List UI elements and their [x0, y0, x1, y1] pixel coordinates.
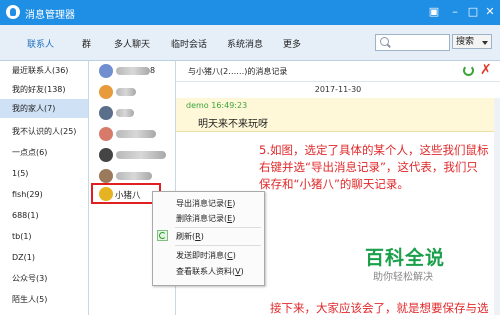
- blurred-name: [116, 108, 134, 117]
- date-separator: 2017-11-30: [314, 85, 362, 94]
- search-icon: [380, 37, 389, 46]
- search-button-label: 搜索: [456, 37, 475, 47]
- contact-name: 小猪八: [115, 191, 141, 201]
- window-title: 消息管理器: [25, 10, 75, 21]
- delete-icon[interactable]: ✗: [480, 62, 492, 78]
- chat-header: 与小猪八(2……)的消息记录 ✗: [176, 61, 500, 82]
- watermark-title: 百科全说: [365, 247, 446, 269]
- group-item[interactable]: 688(1): [0, 206, 88, 225]
- menu-item-send-message[interactable]: 发送即时消息(C): [176, 250, 236, 261]
- minimize-button[interactable]: –: [448, 6, 462, 18]
- menu-label: 查看联系人资料(: [176, 267, 236, 276]
- group-item[interactable]: 1(5): [0, 164, 88, 183]
- tab-multi-chat[interactable]: 多人聊天: [114, 37, 150, 50]
- menu-label: 删除消息记录(: [176, 214, 228, 223]
- contact-item-selected[interactable]: 小猪八: [91, 183, 161, 204]
- avatar: [99, 148, 113, 162]
- menu-tail: ): [232, 214, 236, 223]
- maximize-button[interactable]: □: [466, 6, 480, 18]
- group-item[interactable]: 公众号(3): [0, 269, 88, 288]
- menu-item-refresh[interactable]: 刷新(R): [176, 231, 204, 242]
- skin-icon[interactable]: ▣: [427, 6, 441, 18]
- refresh-icon[interactable]: [463, 65, 474, 76]
- contact-name: 8: [116, 66, 155, 75]
- close-button[interactable]: ✕: [483, 6, 497, 18]
- contact-name-suffix: 8: [150, 66, 156, 75]
- tab-groups[interactable]: 群: [82, 37, 91, 50]
- title-bar: 消息管理器 ▣ – □ ✕: [0, 0, 500, 25]
- menu-label: 发送即时消息(: [176, 251, 228, 260]
- contact-item[interactable]: [89, 103, 175, 124]
- contact-name: [116, 150, 166, 159]
- context-menu: 导出消息记录(E) 删除消息记录(E) 刷新(R) 发送即时消息(C) 查看联系…: [152, 191, 265, 286]
- group-item-selected[interactable]: 我的家人(7): [0, 99, 88, 118]
- contact-name: [116, 171, 152, 180]
- group-item[interactable]: fish(29): [0, 185, 88, 204]
- chevron-down-icon: [482, 41, 488, 45]
- message-item: demo 16:49:23 明天来不来玩呀: [176, 98, 500, 132]
- chat-header-title: 与小猪八(2……)的消息记录: [188, 67, 288, 76]
- blurred-name: [116, 129, 156, 138]
- menu-tail: ): [232, 199, 236, 208]
- refresh-icon: [157, 230, 168, 241]
- annotation-text: 5.如图，选定了具体的某个人，这些我们鼠标右键并选“导出消息记录”，这代表，我们…: [259, 143, 489, 191]
- app-logo-icon: [6, 5, 20, 19]
- avatar: [99, 64, 113, 78]
- menu-item-delete[interactable]: 删除消息记录(E): [176, 213, 235, 224]
- menu-separator: [175, 245, 261, 246]
- message-meta: demo 16:49:23: [186, 101, 248, 110]
- scrollbar[interactable]: [494, 98, 500, 315]
- avatar: [99, 187, 113, 201]
- menu-tail: ): [232, 251, 236, 260]
- group-item[interactable]: 我不认识的人(25): [0, 122, 88, 141]
- message-body: 明天来不来玩呀: [198, 119, 268, 130]
- contact-item[interactable]: [89, 145, 175, 166]
- contact-item[interactable]: [89, 82, 175, 103]
- group-item[interactable]: 陌生人(5): [0, 290, 88, 309]
- group-item[interactable]: DZ(1): [0, 248, 88, 267]
- group-sidebar: 最近联系人(36) 我的好友(138) 我的家人(7) 我不认识的人(25) 一…: [0, 61, 89, 315]
- menu-item-export[interactable]: 导出消息记录(E): [176, 198, 235, 209]
- avatar: [99, 85, 113, 99]
- watermark-subtitle: 助你轻松解决: [373, 272, 433, 283]
- tab-contacts[interactable]: 联系人: [27, 37, 54, 50]
- group-item[interactable]: 最近联系人(36): [0, 61, 88, 80]
- contact-name: [116, 129, 156, 138]
- blurred-name: [116, 171, 152, 180]
- bottom-annotation: 接下来，大家应该会了，就是想要保存与选: [270, 301, 489, 315]
- blurred-name: [116, 87, 136, 96]
- blurred-name: [116, 66, 150, 75]
- menu-item-view-profile[interactable]: 查看联系人资料(V): [176, 266, 244, 277]
- menu-separator: [175, 227, 261, 228]
- contact-item[interactable]: 8: [89, 61, 175, 82]
- menu-label: 导出消息记录(: [176, 199, 228, 208]
- tab-more[interactable]: 更多: [283, 37, 301, 50]
- avatar: [99, 169, 113, 183]
- search-input[interactable]: [375, 34, 450, 51]
- group-item[interactable]: 我的好友(138): [0, 80, 88, 99]
- contact-name: [116, 87, 136, 96]
- avatar: [99, 106, 113, 120]
- tab-system-messages[interactable]: 系统消息: [227, 37, 263, 50]
- search-button[interactable]: 搜索: [452, 34, 492, 49]
- menu-tail: ): [240, 267, 244, 276]
- group-item[interactable]: 一点点(6): [0, 143, 88, 162]
- group-item[interactable]: tb(1): [0, 227, 88, 246]
- tab-temp-session[interactable]: 临时会话: [171, 37, 207, 50]
- contact-item[interactable]: [89, 124, 175, 145]
- menu-tail: ): [200, 232, 204, 241]
- menu-label: 刷新(: [176, 232, 196, 241]
- blurred-name: [116, 150, 166, 159]
- avatar: [99, 127, 113, 141]
- contact-name: [116, 108, 134, 117]
